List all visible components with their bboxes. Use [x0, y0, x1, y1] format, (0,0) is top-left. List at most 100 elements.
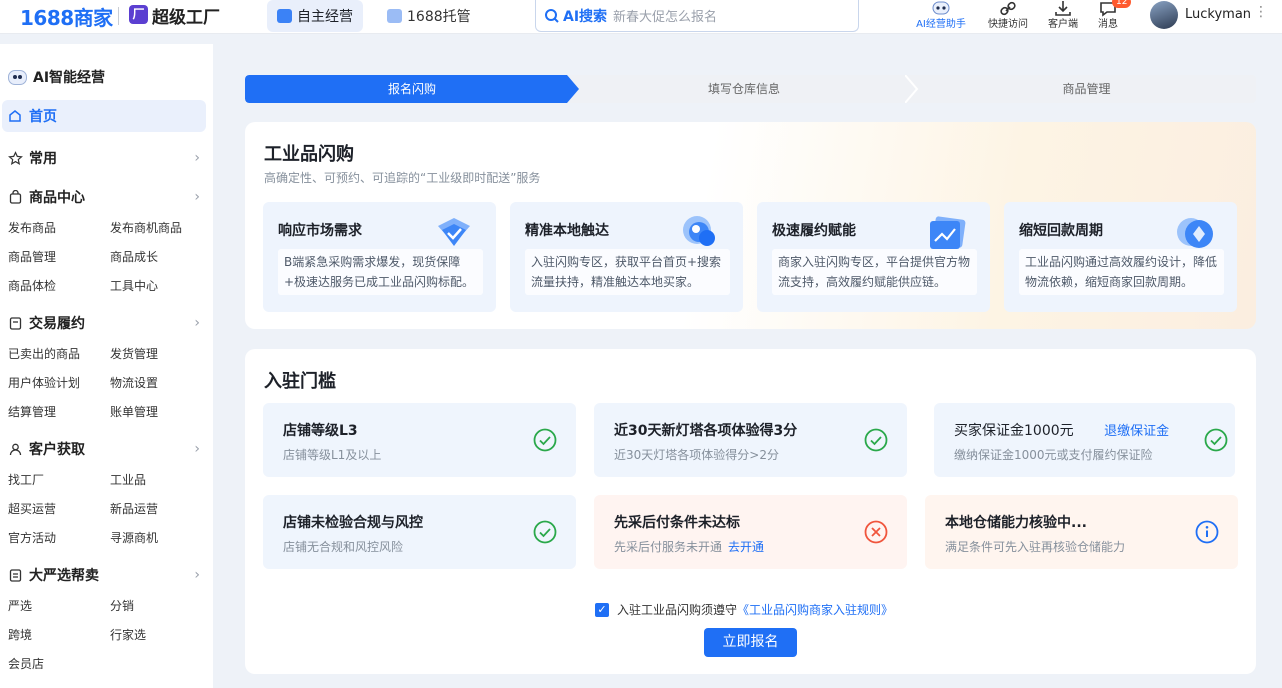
- link-icon: [1000, 1, 1016, 16]
- tool-quick-access[interactable]: 快捷访问: [980, 0, 1036, 34]
- sidebar-section-label: 大严选帮卖: [29, 568, 99, 584]
- feature-card: 精准本地触达 入驻闪购专区，获取平台首页+搜索流量扶持，精准触达本地买家。: [510, 202, 743, 312]
- requirement-description: 缴纳保证金1000元或支付履约保证险: [954, 448, 1153, 462]
- user-icon: [9, 443, 22, 455]
- search-bar[interactable]: AI搜索 新春大促怎么报名: [535, 0, 859, 32]
- sidebar-item-distribution[interactable]: 分销: [110, 597, 134, 614]
- brand-logo[interactable]: 1688商家: [20, 2, 113, 31]
- location-pin-icon: [683, 216, 715, 246]
- agreement-label: 入驻工业品闪购须遵守: [617, 603, 738, 617]
- sidebar-item-publish-opportunity-product[interactable]: 发布商机商品: [110, 219, 182, 236]
- sidebar-item-industrial[interactable]: 工业品: [110, 471, 146, 488]
- chevron-right-icon: ›: [194, 150, 200, 166]
- sidebar-item-tool-center[interactable]: 工具中心: [110, 277, 158, 294]
- sidebar-section-common[interactable]: 常用 ›: [8, 148, 200, 168]
- sidebar-item-sourcing-opportunities[interactable]: 寻源商机: [110, 529, 158, 546]
- requirement-item: 买家保证金1000元 退缴保证金 缴纳保证金1000元或支付履约保证险: [934, 403, 1235, 477]
- username[interactable]: Luckyman: [1185, 7, 1251, 22]
- sidebar-item-shipping-management[interactable]: 发货管理: [110, 345, 158, 362]
- sidebar-item-settlement[interactable]: 结算管理: [8, 403, 56, 420]
- tool-ai-assistant[interactable]: AI经营助手: [913, 0, 969, 34]
- feature-description: 商家入驻闪购专区，平台提供官方物流支持，高效履约赋能供应链。: [772, 249, 977, 295]
- requirement-title: 近30天新灯塔各项体验得3分: [614, 423, 798, 439]
- step-product-management[interactable]: 商品管理: [917, 75, 1256, 103]
- requirement-title: 本地仓储能力核验中...: [945, 515, 1087, 531]
- sidebar-item-super-buy-ops[interactable]: 超买运营: [8, 500, 56, 517]
- sidebar-item-find-factory[interactable]: 找工厂: [8, 471, 44, 488]
- feature-description: 工业品闪购通过高效履约设计，降低物流依赖，缩短商家回款周期。: [1019, 249, 1224, 295]
- close-circle-icon: [864, 520, 888, 544]
- tool-messages[interactable]: 消息 12: [1080, 0, 1136, 34]
- chevron-right-icon: ›: [194, 315, 200, 331]
- receipt-icon: [9, 316, 22, 330]
- agreement-text: 入驻工业品闪购须遵守《工业品闪购商家入驻规则》: [617, 601, 893, 618]
- requirement-item: 本地仓储能力核验中... 满足条件可先入驻再核验仓储能力: [925, 495, 1238, 569]
- agreement-checkbox[interactable]: ✓: [595, 602, 609, 617]
- ai-search-button[interactable]: AI搜索: [544, 6, 607, 26]
- refund-deposit-link[interactable]: 退缴保证金: [1104, 424, 1169, 439]
- feature-card: 极速履约赋能 商家入驻闪购专区，平台提供官方物流支持，高效履约赋能供应链。: [757, 202, 990, 312]
- home-icon: [9, 110, 21, 122]
- factory-name[interactable]: 超级工厂: [152, 3, 220, 28]
- requirement-description: 店铺无合规和风控风险: [283, 540, 404, 554]
- step-signup[interactable]: 报名闪购: [245, 75, 579, 103]
- submit-button[interactable]: 立即报名: [704, 628, 797, 657]
- sidebar-section-label: 常用: [29, 151, 57, 167]
- sidebar-section-customers[interactable]: 客户获取 ›: [8, 439, 200, 459]
- step-progress: 报名闪购 填写仓库信息 商品管理: [245, 75, 1256, 103]
- sidebar-item-product-checkup[interactable]: 商品体检: [8, 277, 56, 294]
- sidebar-item-new-product-ops[interactable]: 新品运营: [110, 500, 158, 517]
- sidebar-section-selection[interactable]: 大严选帮卖 ›: [8, 565, 200, 585]
- feature-title: 响应市场需求: [278, 223, 362, 239]
- rules-link[interactable]: 《工业品闪购商家入驻规则》: [737, 603, 893, 617]
- feature-card: 响应市场需求 B端紧急采购需求爆发，现货保障+极速达服务已成工业品闪购标配。: [263, 202, 496, 312]
- activate-link[interactable]: 去开通: [728, 540, 764, 554]
- sidebar-item-publish-product[interactable]: 发布商品: [8, 219, 56, 236]
- sidebar-item-cross-border[interactable]: 跨境: [8, 626, 32, 643]
- threshold-card: 入驻门槛 店铺等级L3 店铺等级L1及以上 近30天新灯塔各项体验得3分 近30…: [245, 349, 1256, 674]
- sidebar: AI智能经营 首页 常用 › 商品中心 › 发布商品 发布商机商品 商品管理 商…: [0, 44, 213, 688]
- search-input[interactable]: 新春大促怎么报名: [613, 6, 717, 25]
- check-circle-icon: [864, 428, 888, 452]
- trend-chart-icon: [930, 216, 966, 249]
- sidebar-item-sold-items[interactable]: 已卖出的商品: [8, 345, 80, 362]
- tab-label: 自主经营: [297, 9, 353, 25]
- sidebar-item-strict-selection[interactable]: 严选: [8, 597, 32, 614]
- requirement-title: 店铺未检验合规与风控: [283, 515, 423, 531]
- requirement-item: 店铺未检验合规与风控 店铺无合规和风控风险: [263, 495, 576, 569]
- hosted-icon: [387, 9, 402, 23]
- step-warehouse-info[interactable]: 填写仓库信息: [579, 75, 909, 103]
- avatar[interactable]: [1150, 1, 1178, 29]
- sidebar-item-expert-selection[interactable]: 行家选: [110, 626, 146, 643]
- info-circle-icon: [1195, 520, 1219, 544]
- sidebar-item-member-store[interactable]: 会员店: [8, 655, 44, 672]
- tab-self-operated[interactable]: 自主经营: [267, 0, 363, 32]
- sidebar-item-logistics-settings[interactable]: 物流设置: [110, 374, 158, 391]
- requirement-description: 近30天灯塔各项体验得分>2分: [614, 448, 779, 462]
- robot-icon: [8, 69, 27, 85]
- ai-operation-title[interactable]: AI智能经营: [8, 67, 105, 87]
- more-icon[interactable]: ⋮: [1254, 4, 1268, 20]
- sidebar-item-product-management[interactable]: 商品管理: [8, 248, 56, 265]
- sidebar-item-official-events[interactable]: 官方活动: [8, 529, 56, 546]
- requirement-title: 先采后付条件未达标: [614, 515, 740, 531]
- sidebar-item-user-experience-plan[interactable]: 用户体验计划: [8, 374, 80, 391]
- tab-label: 1688托管: [407, 9, 471, 25]
- sidebar-item-billing[interactable]: 账单管理: [110, 403, 158, 420]
- feature-title: 缩短回款周期: [1019, 223, 1103, 239]
- check-circle-icon: [533, 520, 557, 544]
- requirement-title: 买家保证金1000元 退缴保证金: [954, 420, 1169, 440]
- sidebar-item-label: 首页: [29, 109, 57, 125]
- sidebar-item-product-growth[interactable]: 商品成长: [110, 248, 158, 265]
- feature-title: 极速履约赋能: [772, 223, 856, 239]
- sidebar-item-home[interactable]: 首页: [2, 100, 206, 132]
- bag-icon: [9, 189, 22, 204]
- intro-card: 工业品闪购 高确定性、可预约、可追踪的“工业级即时配送”服务 响应市场需求 B端…: [245, 122, 1256, 329]
- ai-title-label: AI智能经营: [33, 70, 106, 86]
- sidebar-section-products[interactable]: 商品中心 ›: [8, 187, 200, 207]
- sidebar-section-label: 商品中心: [29, 190, 85, 206]
- feature-title: 精准本地触达: [525, 223, 609, 239]
- store-icon: [277, 9, 292, 23]
- tab-hosted[interactable]: 1688托管: [377, 0, 481, 32]
- sidebar-section-fulfillment[interactable]: 交易履约 ›: [8, 313, 200, 333]
